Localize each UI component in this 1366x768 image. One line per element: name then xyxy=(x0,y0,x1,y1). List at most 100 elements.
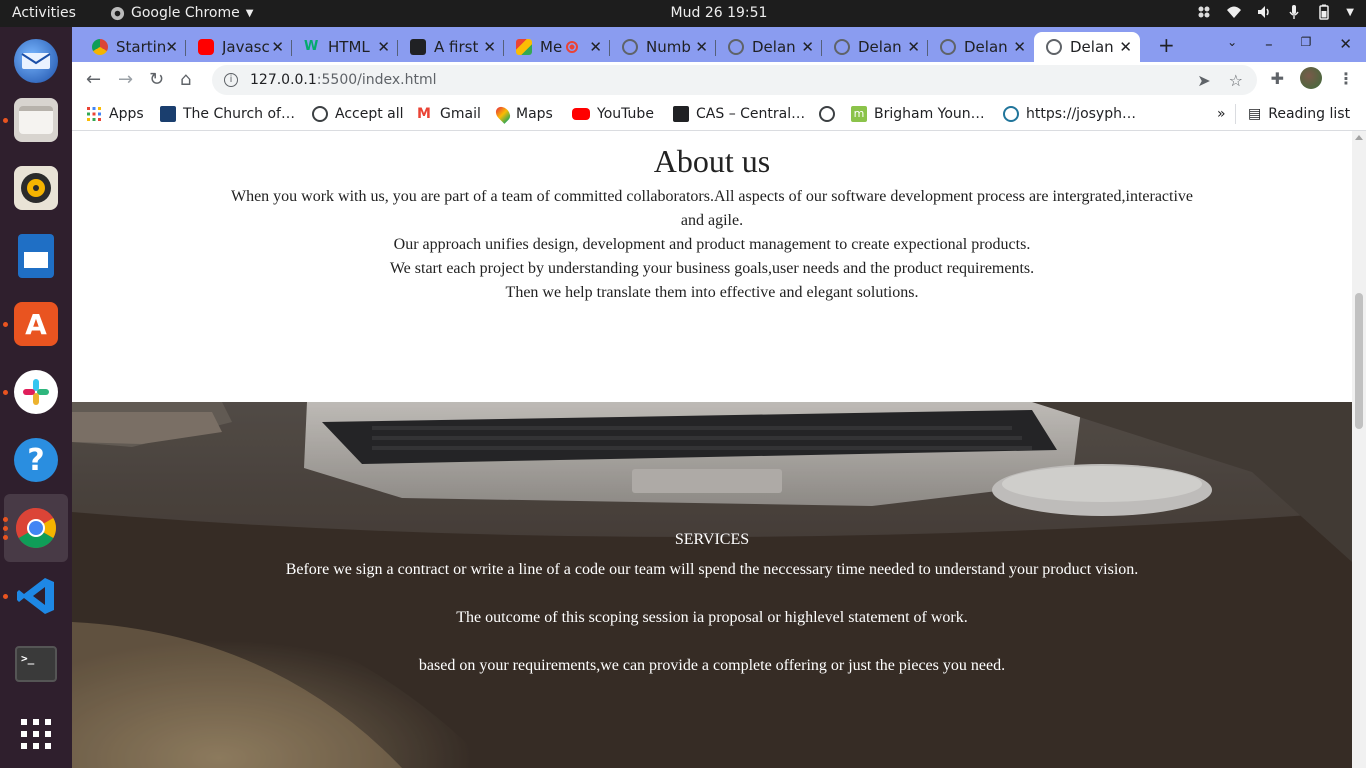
tab-4[interactable]: Me ✕ xyxy=(504,32,610,62)
running-indicator xyxy=(3,390,8,395)
close-icon[interactable]: ✕ xyxy=(695,38,708,56)
bookmark-label: Apps xyxy=(109,106,144,122)
bookmark-cas[interactable]: CAS – Central… xyxy=(673,106,805,122)
about-paragraph-3: We start each project by understanding y… xyxy=(389,260,1035,277)
dock-item-terminal[interactable]: >_ xyxy=(0,630,72,698)
minimize-icon[interactable]: – xyxy=(1265,35,1273,53)
dock-item-show-apps[interactable] xyxy=(0,700,72,768)
bookmark-brigham[interactable]: m Brigham Youn… xyxy=(851,106,985,122)
clock[interactable]: Mud 26 19:51 xyxy=(0,5,1366,21)
tab-2[interactable]: W HTML ✕ xyxy=(292,32,398,62)
close-icon[interactable]: ✕ xyxy=(377,38,390,56)
globe-icon xyxy=(312,106,328,122)
scrollbar-thumb[interactable] xyxy=(1355,293,1363,429)
bookmark-church[interactable]: The Church of… xyxy=(160,106,295,122)
bookmark-label: https://josyph… xyxy=(1026,106,1136,122)
services-paragraph-1: Before we sign a contract or write a lin… xyxy=(285,561,1139,578)
bookmark-apps[interactable]: Apps xyxy=(86,106,144,122)
reading-list-icon: ▤ xyxy=(1248,106,1262,122)
page-viewport[interactable]: About us When you work with us, you are … xyxy=(72,131,1352,768)
bookmark-accept-all[interactable]: Accept all xyxy=(312,106,404,122)
tab-7[interactable]: Delan ✕ xyxy=(822,32,928,62)
forward-icon[interactable]: → xyxy=(118,69,133,90)
bookmark-gmail[interactable]: M Gmail xyxy=(417,106,481,122)
tab-title: Delan xyxy=(858,38,902,56)
about-title: About us xyxy=(653,143,771,179)
send-tab-icon[interactable]: ➤ xyxy=(1197,71,1210,90)
recording-icon xyxy=(566,41,578,53)
dock-item-thunderbird[interactable] xyxy=(0,27,72,95)
tab-9-active[interactable]: Delan ✕ xyxy=(1034,32,1140,62)
address-bar[interactable]: i 127.0.0.1:5500/index.html ➤ ☆ xyxy=(212,65,1257,95)
extensions-icon[interactable]: ✚ xyxy=(1271,69,1284,88)
tab-6[interactable]: Delan ✕ xyxy=(716,32,822,62)
profile-avatar[interactable] xyxy=(1300,67,1322,89)
dock-item-writer[interactable] xyxy=(0,222,72,290)
menu-icon[interactable]: ⋮ xyxy=(1338,69,1354,88)
close-icon[interactable]: ✕ xyxy=(1119,38,1132,56)
tab-8[interactable]: Delan ✕ xyxy=(928,32,1034,62)
system-tray[interactable]: ▼ xyxy=(1196,4,1354,20)
tab-5[interactable]: Numb ✕ xyxy=(610,32,716,62)
close-icon[interactable]: ✕ xyxy=(165,38,178,56)
bookmark-maps[interactable]: Maps xyxy=(493,104,553,124)
bookmarks-divider xyxy=(1235,104,1236,124)
close-icon[interactable]: ✕ xyxy=(801,38,814,56)
scroll-up-arrow-icon[interactable] xyxy=(1355,135,1363,140)
battery-icon[interactable] xyxy=(1316,4,1332,20)
terminal-icon: >_ xyxy=(15,646,57,682)
close-icon[interactable]: ✕ xyxy=(1013,38,1026,56)
bookmark-josyph[interactable]: https://josyph… xyxy=(1003,106,1136,122)
maximize-icon[interactable]: ❐ xyxy=(1301,35,1312,53)
bookmark-globe[interactable] xyxy=(819,106,842,122)
close-icon[interactable]: ✕ xyxy=(271,38,284,56)
page-scrollbar[interactable] xyxy=(1352,131,1366,768)
close-icon[interactable]: ✕ xyxy=(589,38,602,56)
tab-title: Startin xyxy=(116,38,166,56)
system-top-bar: Activities Google Chrome ▼ Mud 26 19:51 … xyxy=(0,0,1366,27)
tab-0[interactable]: Startin ✕ xyxy=(80,32,186,62)
chrome-icon xyxy=(14,506,58,550)
toolbar-right: ✚ ⋮ xyxy=(1271,67,1354,89)
tab-title: Numb xyxy=(646,38,691,56)
bookmark-youtube[interactable]: YouTube xyxy=(572,106,654,122)
reading-list-button[interactable]: ▤ Reading list xyxy=(1248,106,1350,122)
close-icon[interactable]: ✕ xyxy=(483,38,496,56)
volume-icon[interactable] xyxy=(1256,4,1272,20)
dock-item-slack[interactable] xyxy=(0,358,72,426)
bookmark-star-icon[interactable]: ☆ xyxy=(1229,71,1243,90)
dock-item-vscode[interactable] xyxy=(0,562,72,630)
ubuntu-software-icon: A xyxy=(14,302,58,346)
about-paragraph-4: Then we help translate them into effecti… xyxy=(505,284,919,301)
tab-3[interactable]: A first ✕ xyxy=(398,32,504,62)
slack-icon xyxy=(14,370,58,414)
reload-icon[interactable]: ↻ xyxy=(149,69,164,90)
close-icon[interactable]: ✕ xyxy=(907,38,920,56)
tab-search-icon[interactable]: ⌄ xyxy=(1227,35,1237,53)
home-icon[interactable]: ⌂ xyxy=(180,69,191,90)
maps-icon xyxy=(493,104,513,124)
tab-1[interactable]: Javasc ✕ xyxy=(186,32,292,62)
dock-item-files[interactable] xyxy=(0,86,72,154)
more-bookmarks-icon[interactable]: » xyxy=(1217,106,1226,122)
dock-item-chrome[interactable] xyxy=(3,494,68,562)
dock-item-software[interactable]: A xyxy=(0,290,72,358)
slack-tray-icon[interactable] xyxy=(1196,4,1212,20)
about-paragraph-1: When you work with us, you are part of a… xyxy=(230,188,1194,229)
globe-icon xyxy=(940,39,956,55)
services-title: SERVICES xyxy=(674,531,750,548)
back-icon[interactable]: ← xyxy=(86,69,101,90)
tab-title: Javasc xyxy=(222,38,270,56)
dock-item-help[interactable]: ? xyxy=(0,426,72,494)
running-indicator xyxy=(3,526,8,531)
thunderbird-icon xyxy=(14,39,58,83)
chevron-down-icon[interactable]: ▼ xyxy=(1346,7,1354,18)
tab-strip: Startin ✕ Javasc ✕ W HTML ✕ A first ✕ Me… xyxy=(72,27,1366,62)
gmail-icon: M xyxy=(417,106,431,122)
wifi-icon[interactable] xyxy=(1226,4,1242,20)
close-window-icon[interactable]: ✕ xyxy=(1339,35,1352,53)
new-tab-button[interactable]: + xyxy=(1158,33,1175,57)
microphone-icon[interactable] xyxy=(1286,4,1302,20)
dock-item-rhythmbox[interactable] xyxy=(0,154,72,222)
info-icon[interactable]: i xyxy=(224,73,238,87)
